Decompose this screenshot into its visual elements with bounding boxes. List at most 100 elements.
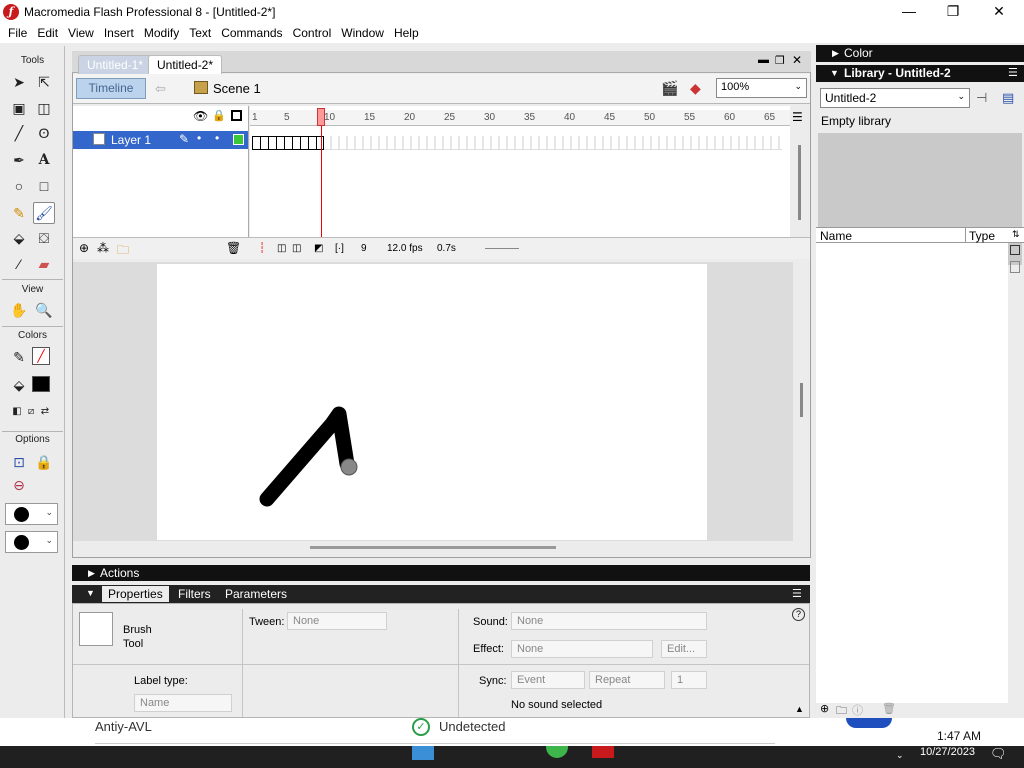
minimize-button[interactable]: —	[886, 0, 932, 23]
close-button[interactable]: ✕	[976, 0, 1022, 23]
tab-filters[interactable]: Filters	[178, 587, 211, 601]
library-document-select[interactable]: Untitled-2 ⌄	[820, 88, 970, 108]
menu-insert[interactable]: Insert	[100, 26, 140, 40]
menu-file[interactable]: File	[4, 26, 33, 40]
menu-modify[interactable]: Modify	[140, 26, 185, 40]
fill-color-swatch[interactable]	[32, 376, 50, 392]
collapse-arrow-icon[interactable]: ▼	[86, 588, 95, 598]
brush-mode-icon[interactable]: ⊖	[8, 474, 30, 496]
ink-bottle-tool-icon[interactable]: ⬙	[8, 227, 30, 249]
timeline-toggle-button[interactable]: Timeline	[76, 78, 146, 99]
panel-menu-icon[interactable]: ☰	[792, 587, 802, 600]
brush-tool-icon[interactable]: 🖌	[33, 202, 55, 224]
edit-multiple-frames-icon[interactable]: ◩	[314, 243, 323, 254]
zoom-select[interactable]: 100% ⌄	[716, 78, 807, 98]
timeline-hscroll[interactable]	[485, 248, 519, 249]
clock-time[interactable]: 1:47 AM	[937, 729, 982, 743]
brush-shape-dropdown[interactable]: ⌄	[5, 531, 58, 553]
chrome-icon[interactable]	[546, 746, 568, 758]
frame-ruler[interactable]: 1 5 10 15 20 25 30 35 40 45 50 55 60 65	[250, 110, 790, 126]
stage[interactable]	[157, 264, 707, 540]
lock-icon[interactable]: 🔒	[212, 109, 226, 122]
center-frame-icon[interactable]: ┆	[259, 243, 265, 254]
pin-library-icon[interactable]: ⊣	[976, 90, 987, 106]
doc-close-button[interactable]: ✕	[792, 53, 802, 67]
tray-up-icon[interactable]: ⌃	[838, 740, 846, 751]
maximize-button[interactable]: ❐	[930, 0, 976, 23]
type-column-header[interactable]: Type	[969, 229, 995, 243]
flash-taskbar-icon[interactable]	[592, 746, 614, 758]
outline-icon[interactable]	[231, 110, 242, 121]
sort-icon[interactable]: ⇅	[1012, 229, 1020, 240]
lock-dot-icon[interactable]: •	[215, 131, 219, 145]
menu-view[interactable]: View	[64, 26, 100, 40]
brush-lock-icon[interactable]: 🔒	[33, 451, 55, 473]
notification-icon[interactable]: 🗨	[990, 746, 1007, 762]
chevron-down-icon[interactable]: ⌄	[896, 750, 904, 761]
layer-frames[interactable]	[252, 136, 782, 150]
menu-edit[interactable]: Edit	[33, 26, 64, 40]
tween-select[interactable]: None	[287, 612, 387, 630]
scene-label[interactable]: Scene 1	[213, 81, 261, 96]
line-tool-icon[interactable]: ╱	[8, 122, 30, 144]
stroke-color-icon[interactable]: ✎	[8, 346, 30, 368]
fill-color-icon[interactable]: ⬙	[8, 374, 30, 396]
lasso-tool-icon[interactable]: ʘ	[33, 122, 55, 144]
text-tool-icon[interactable]: A	[33, 149, 55, 171]
sound-select[interactable]: None	[511, 612, 707, 630]
menu-window[interactable]: Window	[337, 26, 390, 40]
brush-size-dropdown[interactable]: ⌄	[5, 503, 58, 525]
properties-icon[interactable]: ⓘ	[852, 702, 863, 718]
onion-outline-icon[interactable]: ◫	[292, 243, 301, 254]
label-type-select[interactable]: Name	[134, 694, 232, 712]
doc-restore-button[interactable]: ❐	[775, 54, 785, 67]
menu-help[interactable]: Help	[390, 26, 425, 40]
timeline-menu-icon[interactable]: ☰	[792, 110, 803, 124]
menu-text[interactable]: Text	[185, 26, 217, 40]
layer-row[interactable]: Layer 1 ✎ • •	[73, 131, 248, 149]
add-motion-guide-icon[interactable]: ⁂	[97, 241, 109, 255]
clock-date[interactable]: 10/27/2023	[920, 746, 975, 758]
modify-onion-markers-icon[interactable]: [·]	[335, 243, 344, 254]
repeat-select[interactable]: Repeat	[589, 671, 665, 689]
fill-transform-tool-icon[interactable]: ◫	[33, 97, 55, 119]
edit-symbols-icon[interactable]: ◆	[690, 80, 701, 97]
library-item-list[interactable]	[816, 243, 1008, 703]
tab-untitled-1[interactable]: Untitled-1*	[78, 55, 153, 74]
effect-select[interactable]: None	[511, 640, 653, 658]
delete-layer-icon[interactable]: 🗑	[226, 241, 241, 255]
lock-fill-icon[interactable]: ⊡	[8, 451, 30, 473]
file-explorer-icon[interactable]	[412, 746, 434, 760]
tab-properties[interactable]: Properties	[102, 586, 169, 602]
repeat-count[interactable]: 1	[671, 671, 707, 689]
timeline-scrollbar[interactable]	[798, 145, 801, 220]
panel-menu-icon[interactable]: ☰	[1008, 65, 1018, 82]
onion-skin-icon[interactable]: ◫	[277, 243, 286, 254]
new-library-panel-icon[interactable]: ▤	[1002, 90, 1014, 106]
keyframes[interactable]	[252, 136, 324, 150]
wide-view-icon[interactable]	[1010, 245, 1020, 255]
stage-vscroll[interactable]	[800, 383, 803, 417]
expand-icon[interactable]: ▲	[795, 704, 804, 714]
color-panel-bar[interactable]: ▶ Color	[816, 45, 1024, 62]
back-arrow-icon[interactable]: ⇦	[155, 81, 166, 97]
oval-tool-icon[interactable]: ○	[8, 175, 30, 197]
sync-select[interactable]: Event	[511, 671, 585, 689]
menu-commands[interactable]: Commands	[217, 26, 288, 40]
tab-parameters[interactable]: Parameters	[225, 587, 287, 601]
paint-bucket-tool-icon[interactable]: ⛋	[33, 227, 55, 249]
subselection-tool-icon[interactable]: ⇱	[33, 71, 55, 93]
menu-control[interactable]: Control	[289, 26, 338, 40]
add-folder-icon[interactable]: 🗀	[117, 241, 129, 262]
eye-icon[interactable]: 👁	[193, 109, 208, 123]
doc-minimize-button[interactable]: ▬	[758, 54, 769, 66]
tab-untitled-2[interactable]: Untitled-2*	[148, 55, 223, 74]
eraser-tool-icon[interactable]: ▰	[33, 253, 55, 275]
eyedropper-tool-icon[interactable]: ⁄	[8, 253, 30, 275]
free-transform-tool-icon[interactable]: ▣	[8, 97, 30, 119]
zoom-tool-icon[interactable]: 🔍	[33, 299, 55, 321]
hand-tool-icon[interactable]: ✋	[8, 299, 30, 321]
delete-icon[interactable]: 🗑	[882, 702, 896, 715]
narrow-view-icon[interactable]	[1010, 261, 1020, 273]
outline-color-swatch[interactable]	[233, 134, 244, 145]
